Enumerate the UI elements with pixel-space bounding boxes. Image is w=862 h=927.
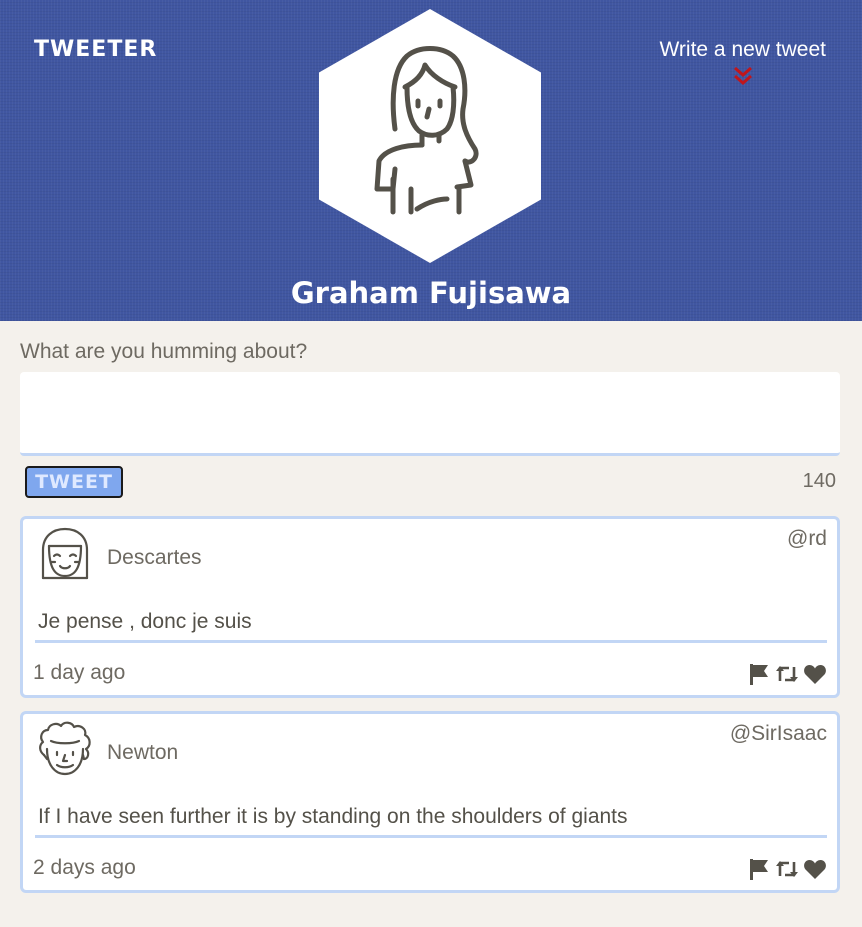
retweet-icon[interactable] (775, 857, 799, 881)
double-chevron-down-icon[interactable] (732, 66, 754, 86)
curly-hair-face-icon (39, 721, 91, 776)
retweet-icon[interactable] (775, 662, 799, 686)
write-new-tweet-label[interactable]: Write a new tweet (659, 38, 826, 62)
brand-logo[interactable]: TWEETER (34, 37, 157, 62)
tweet-actions (747, 857, 827, 881)
flag-icon[interactable] (747, 662, 771, 686)
tweet-timestamp: 2 days ago (33, 856, 136, 879)
flag-icon[interactable] (747, 857, 771, 881)
composer-prompt-label: What are you humming about? (20, 340, 308, 363)
write-new-tweet-toggle[interactable]: Write a new tweet (659, 38, 826, 86)
tweet-timestamp: 1 day ago (33, 661, 126, 684)
girl-face-icon (41, 527, 89, 580)
tweet-text-input[interactable] (20, 372, 840, 456)
tweet-author-handle: @SirIsaac (729, 722, 827, 745)
composer-actions: TWEET 140 (20, 464, 840, 498)
tweet-card: Descartes @rd Je pense , donc je suis 1 … (20, 516, 840, 698)
tweet-card: Newton @SirIsaac If I have seen further … (20, 711, 840, 893)
profile-header: TWEETER Write a new tweet Graham Fujisaw… (0, 0, 862, 321)
heart-icon[interactable] (803, 662, 827, 686)
tweet-author-name: Descartes (107, 546, 202, 569)
tweet-actions (747, 662, 827, 686)
tweet-text: If I have seen further it is by standing… (35, 805, 827, 838)
tweet-composer: What are you humming about? TWEET 140 (20, 340, 840, 498)
profile-user-name: Graham Fujisawa (290, 276, 572, 310)
character-counter: 140 (802, 470, 836, 492)
profile-avatar (319, 9, 541, 263)
tweet-author-name: Newton (107, 741, 179, 764)
tweet-text: Je pense , donc je suis (35, 610, 827, 643)
tweet-author-handle: @rd (787, 527, 827, 550)
tweet-submit-button[interactable]: TWEET (25, 466, 123, 498)
heart-icon[interactable] (803, 857, 827, 881)
